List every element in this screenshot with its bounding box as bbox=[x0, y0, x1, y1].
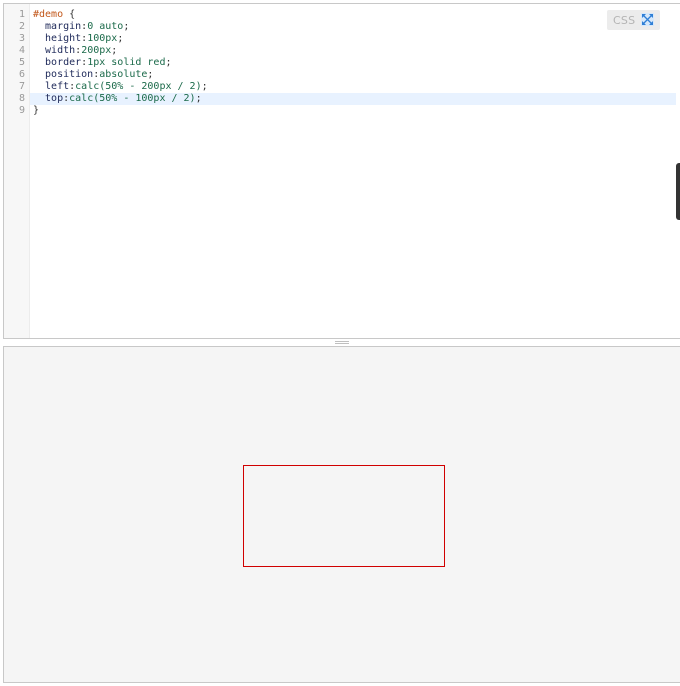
code-line[interactable]: width:200px; bbox=[33, 45, 117, 57]
code-token: position bbox=[33, 69, 94, 80]
css-editor-panel[interactable]: 123456789 #demo { margin:0 auto; height:… bbox=[3, 3, 680, 339]
code-line[interactable]: border:1px solid red; bbox=[33, 57, 172, 69]
code-line[interactable]: height:100px; bbox=[33, 33, 123, 45]
code-line[interactable]: left:calc(50% - 200px / 2); bbox=[33, 81, 208, 93]
code-line[interactable]: } bbox=[33, 105, 39, 117]
code-line[interactable]: position:absolute; bbox=[33, 69, 153, 81]
code-token: left bbox=[33, 81, 70, 92]
preview-panel bbox=[3, 346, 680, 683]
code-token: #demo bbox=[33, 9, 64, 20]
code-token: 1px solid red bbox=[87, 57, 166, 68]
splitter-grip-icon[interactable] bbox=[335, 341, 349, 344]
line-number-gutter: 123456789 bbox=[4, 4, 30, 338]
expand-arrows-icon[interactable] bbox=[641, 13, 654, 26]
code-token: 200px bbox=[81, 45, 112, 56]
code-line[interactable]: #demo { bbox=[33, 9, 75, 21]
line-number: 4 bbox=[18, 45, 25, 56]
code-token: 0 auto bbox=[87, 21, 124, 32]
code-line[interactable]: top:calc(50% - 100px / 2); bbox=[33, 93, 202, 105]
line-number: 9 bbox=[18, 105, 25, 116]
code-token: } bbox=[33, 105, 40, 116]
demo-box bbox=[243, 465, 445, 567]
code-token: calc(50% - 100px / 2) bbox=[69, 93, 196, 104]
line-number: 5 bbox=[18, 57, 25, 68]
line-number: 6 bbox=[18, 69, 25, 80]
line-number: 1 bbox=[18, 9, 25, 20]
code-token: ; bbox=[195, 93, 202, 104]
code-token: ; bbox=[201, 81, 208, 92]
code-token: calc(50% - 200px / 2) bbox=[75, 81, 202, 92]
code-token: absolute bbox=[99, 69, 148, 80]
code-token: ; bbox=[123, 21, 130, 32]
code-token: { bbox=[63, 9, 76, 20]
panel-splitter[interactable] bbox=[3, 339, 680, 346]
line-number: 3 bbox=[18, 33, 25, 44]
code-token: ; bbox=[111, 45, 118, 56]
line-number: 7 bbox=[18, 81, 25, 92]
line-number: 8 bbox=[18, 93, 25, 104]
side-panel-tab[interactable] bbox=[676, 163, 680, 220]
code-token: height bbox=[33, 33, 82, 44]
code-line[interactable]: margin:0 auto; bbox=[33, 21, 129, 33]
code-token: top bbox=[33, 93, 64, 104]
code-token: ; bbox=[147, 69, 154, 80]
line-number: 2 bbox=[18, 21, 25, 32]
code-token: ; bbox=[165, 57, 172, 68]
code-token: ; bbox=[117, 33, 124, 44]
code-token: width bbox=[33, 45, 76, 56]
language-label: CSS bbox=[613, 13, 636, 27]
code-token: border bbox=[33, 57, 82, 68]
code-token: margin bbox=[33, 21, 82, 32]
code-token: 100px bbox=[87, 33, 118, 44]
language-badge[interactable]: CSS bbox=[607, 10, 660, 30]
